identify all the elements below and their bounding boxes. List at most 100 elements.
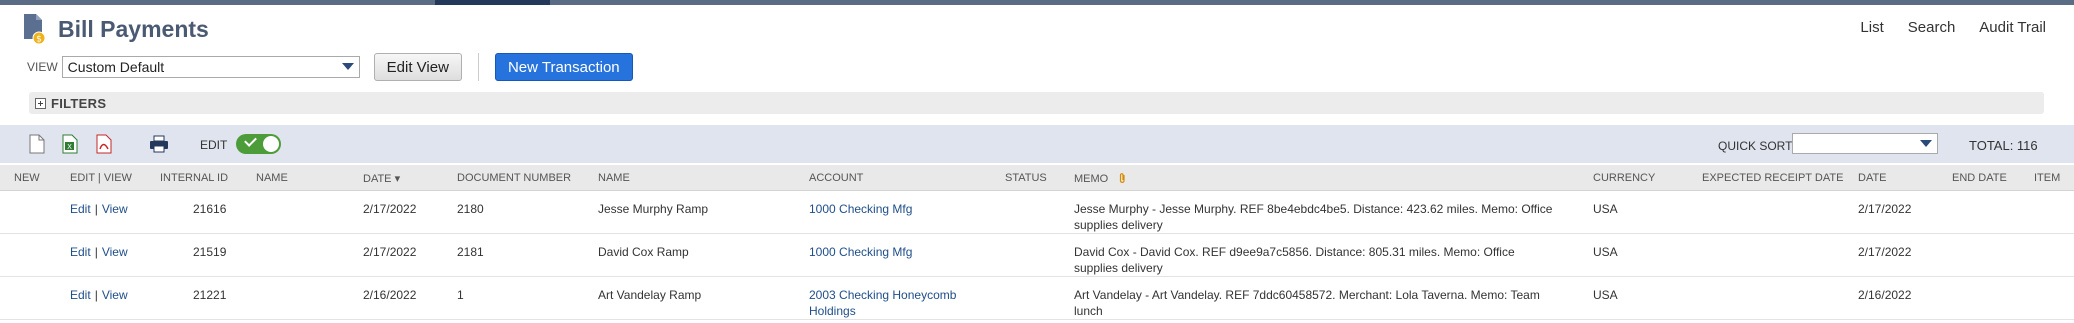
memo-line2: lunch [1074, 304, 1103, 318]
export-excel-icon[interactable]: X [62, 134, 78, 154]
col-item[interactable]: ITEM [2034, 172, 2060, 184]
cell-memo: David Cox - David Cox. REF d9ee9a7c5856.… [1074, 244, 1584, 276]
col-name[interactable]: NAME [256, 172, 288, 184]
print-icon[interactable] [149, 135, 168, 155]
table-row: Edit | View 21616 2/17/2022 2180 Jesse Mur… [0, 191, 2074, 234]
cell-account: 1000 Checking Mfg [809, 201, 989, 217]
row-actions: Edit | View [70, 287, 128, 303]
view-controls: VIEW Custom Default Edit View New Transa… [27, 52, 633, 82]
check-icon [244, 134, 257, 147]
cell-document-number: 2181 [457, 245, 484, 259]
col-status[interactable]: STATUS [1005, 172, 1047, 184]
col-payee-name[interactable]: NAME [598, 172, 630, 184]
col-date[interactable]: DATE ▾ [363, 172, 400, 185]
memo-line1: Art Vandelay - Art Vandelay. REF 7ddc604… [1074, 288, 1540, 302]
bill-payment-icon: $ [22, 13, 48, 45]
col-memo[interactable]: MEMO [1074, 172, 1126, 185]
cell-date-2: 2/16/2022 [1858, 288, 1912, 302]
cell-memo: Art Vandelay - Art Vandelay. REF 7ddc604… [1074, 287, 1584, 319]
export-pdf-icon[interactable] [96, 134, 112, 154]
cell-memo: Jesse Murphy - Jesse Murphy. REF 8be4ebd… [1074, 201, 1584, 233]
view-link[interactable]: View [102, 202, 128, 216]
edit-link[interactable]: Edit [70, 288, 91, 302]
cell-payee: Art Vandelay Ramp [598, 288, 702, 302]
cell-date-2: 2/17/2022 [1858, 202, 1912, 216]
memo-line1: David Cox - David Cox. REF d9ee9a7c5856.… [1074, 245, 1515, 259]
filters-bar[interactable]: FILTERS [29, 92, 2044, 114]
header-links: List Search Audit Trail [1860, 19, 2046, 36]
cell-account: 1000 Checking Mfg [809, 244, 989, 260]
row-actions: Edit | View [70, 201, 128, 217]
cell-internal-id: 21519 [193, 245, 227, 259]
cell-date: 2/17/2022 [363, 202, 417, 216]
edit-link[interactable]: Edit [70, 202, 91, 216]
col-currency[interactable]: CURRENCY [1593, 172, 1655, 184]
edit-toggle[interactable] [236, 134, 281, 154]
cell-document-number: 2180 [457, 202, 484, 216]
quick-sort-select[interactable] [1792, 133, 1938, 154]
cell-internal-id: 21221 [193, 288, 227, 302]
total-count: TOTAL: 116 [1969, 138, 2038, 153]
col-edit-view: EDIT | VIEW [70, 172, 132, 184]
col-memo-label: MEMO [1074, 173, 1109, 185]
account-link[interactable]: 1000 Checking Mfg [809, 245, 912, 259]
page-header: $ Bill Payments [22, 12, 209, 46]
table-header: NEW EDIT | VIEW INTERNAL ID NAME DATE ▾ … [0, 165, 2074, 191]
list-link[interactable]: List [1860, 19, 1883, 36]
toggle-knob [263, 136, 279, 152]
view-link[interactable]: View [102, 245, 128, 259]
col-account[interactable]: ACCOUNT [809, 172, 863, 184]
list-toolbar: X EDIT QUICK SORT TOTAL: 116 [0, 125, 2074, 163]
cell-date-2: 2/17/2022 [1858, 245, 1912, 259]
table-row: Edit | View 21221 2/16/2022 1 Art Vandelay… [0, 277, 2074, 320]
col-internal-id[interactable]: INTERNAL ID [160, 172, 228, 184]
col-date-2[interactable]: DATE [1858, 172, 1887, 184]
page-title: Bill Payments [58, 15, 209, 42]
col-end-date[interactable]: END DATE [1952, 172, 2007, 184]
edit-link[interactable]: Edit [70, 245, 91, 259]
cell-currency: USA [1593, 245, 1618, 259]
view-link[interactable]: View [102, 288, 128, 302]
memo-line2: supplies delivery [1074, 261, 1163, 275]
col-new[interactable]: NEW [14, 172, 40, 184]
cell-date: 2/17/2022 [363, 245, 417, 259]
memo-line1: Jesse Murphy - Jesse Murphy. REF 8be4ebd… [1074, 202, 1553, 216]
action-separator: | [94, 288, 98, 302]
new-document-icon[interactable] [29, 134, 45, 154]
chevron-down-icon [341, 63, 354, 70]
row-actions: Edit | View [70, 244, 128, 260]
view-select-value: Custom Default [67, 59, 165, 75]
paperclip-icon [1120, 173, 1125, 183]
action-separator: | [94, 245, 98, 259]
cell-document-number: 1 [457, 288, 464, 302]
col-expected-receipt-date[interactable]: EXPECTED RECEIPT DATE [1702, 172, 1843, 184]
expand-icon[interactable] [35, 97, 46, 109]
edit-toggle-label: EDIT [200, 138, 228, 152]
svg-text:X: X [67, 143, 72, 151]
new-transaction-button[interactable]: New Transaction [494, 53, 633, 81]
account-link[interactable]: 1000 Checking Mfg [809, 202, 912, 216]
svg-text:$: $ [36, 35, 42, 45]
col-document-number[interactable]: DOCUMENT NUMBER [457, 172, 571, 184]
cell-account: 2003 Checking Honeycomb Holdings [809, 287, 989, 319]
edit-view-button[interactable]: Edit View [373, 53, 462, 81]
view-select[interactable]: Custom Default [61, 56, 360, 78]
active-nav-indicator [435, 0, 550, 5]
memo-line2: supplies delivery [1074, 218, 1163, 232]
filters-label: FILTERS [51, 95, 107, 111]
action-separator: | [94, 202, 98, 216]
chevron-down-icon [1920, 140, 1932, 147]
cell-payee: David Cox Ramp [598, 245, 689, 259]
search-link[interactable]: Search [1908, 19, 1956, 36]
cell-internal-id: 21616 [193, 202, 227, 216]
view-label: VIEW [27, 60, 58, 74]
top-nav-bar [0, 0, 2074, 5]
toolbar-divider [477, 53, 479, 81]
cell-date: 2/16/2022 [363, 288, 417, 302]
account-link-line2[interactable]: Holdings [809, 304, 856, 318]
account-link[interactable]: 2003 Checking Honeycomb [809, 288, 956, 302]
audit-trail-link[interactable]: Audit Trail [1979, 19, 2046, 36]
quick-sort-label: QUICK SORT [1718, 139, 1793, 153]
cell-currency: USA [1593, 288, 1618, 302]
table-row: Edit | View 21519 2/17/2022 2181 David Cox… [0, 234, 2074, 277]
